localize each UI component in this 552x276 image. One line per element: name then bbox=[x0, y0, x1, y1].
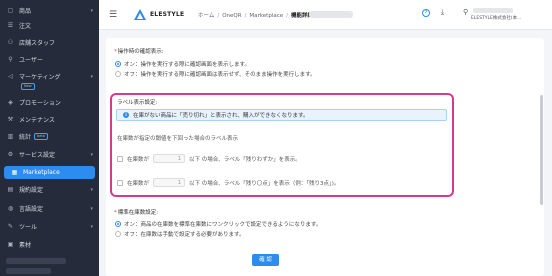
sidebar-item-maintenance[interactable]: ⚒ メンテナンス bbox=[0, 113, 99, 126]
sidebar-item-statistics[interactable]: ▥ 統計 beta bbox=[0, 130, 99, 143]
chevron-down-icon: ▾ bbox=[90, 223, 93, 230]
sidebar-item-tools[interactable]: ✎ ツール ▾ bbox=[0, 220, 99, 233]
help-icon[interactable]: ? bbox=[422, 9, 430, 17]
sidebar-item-marketing[interactable]: ◁ マーケティング ▾ bbox=[0, 70, 99, 83]
sidebar-item-promotion[interactable]: ◈ プロモーション bbox=[0, 96, 99, 109]
standard-stock-title: *標準在庫数設定: bbox=[114, 210, 159, 216]
breadcrumb-separator: / bbox=[244, 13, 247, 19]
redacted-block bbox=[6, 268, 51, 274]
breadcrumb-separator: / bbox=[217, 13, 220, 19]
operation-confirm-title: *操作時の確認表示: bbox=[114, 49, 164, 55]
chevron-down-icon: ▾ bbox=[90, 73, 93, 80]
breadcrumb-oneqr[interactable]: OneQR bbox=[222, 13, 241, 19]
sidebar-item-label: サービス設定 bbox=[19, 152, 56, 159]
sidebar-item-label: 統計 bbox=[19, 134, 32, 141]
radio-off[interactable] bbox=[115, 71, 121, 77]
sidebar-item-label: 店舗スタッフ bbox=[19, 40, 56, 47]
radio-off[interactable] bbox=[115, 231, 121, 237]
breadcrumb-home[interactable]: ホーム bbox=[198, 13, 214, 19]
image-icon: ▣ bbox=[7, 241, 14, 248]
store-icon: ▦ bbox=[11, 169, 18, 176]
standard-stock-off[interactable]: オフ：在庫数は手動で設定する必要があります。 bbox=[115, 230, 244, 238]
sidebar-item-label: 注文 bbox=[19, 23, 32, 30]
new-badge: New bbox=[21, 83, 35, 90]
operation-confirm-off[interactable]: オフ：操作を実行する際に確認画面は表示せず、そのまま操作を実行します。 bbox=[115, 70, 316, 78]
chevron-down-icon: ▾ bbox=[90, 7, 93, 14]
sidebar-item-staff[interactable]: ⚇ 店舗スタッフ bbox=[0, 36, 99, 49]
sidebar-item-label: ユーザー bbox=[19, 57, 43, 64]
chevron-down-icon: ▾ bbox=[90, 205, 93, 212]
condition-row-low-stock: 在庫数が 1 以下 の場合、ラベル「残りわずか」を表示。 bbox=[117, 154, 301, 163]
gear-icon: ⚙ bbox=[7, 151, 14, 158]
radio-on[interactable] bbox=[115, 221, 121, 227]
megaphone-icon: ◁ bbox=[8, 73, 13, 80]
beta-badge: beta bbox=[34, 133, 48, 140]
breadcrumb: ホーム / OneQR / Marketplace / 機能詳細 bbox=[198, 11, 313, 19]
user-icon[interactable]: ⚲ bbox=[463, 8, 468, 16]
users-icon: ⚇ bbox=[7, 39, 14, 46]
gift-icon: ◈ bbox=[8, 99, 13, 106]
sidebar-item-terms[interactable]: ▤ 規約設定 ▾ bbox=[0, 183, 99, 196]
checkbox[interactable] bbox=[117, 155, 123, 162]
redacted-block bbox=[6, 258, 66, 264]
sidebar-item-language[interactable]: ◍ 言語設定 ▾ bbox=[0, 202, 99, 215]
operation-confirm-on[interactable]: オン：操作を実行する際に確認画面を表示します。 bbox=[115, 60, 250, 68]
doc-icon: ▤ bbox=[7, 186, 14, 193]
sidebar-item-label: プロモーション bbox=[19, 100, 61, 107]
download-icon[interactable]: ⤓ bbox=[441, 8, 444, 17]
chevron-down-icon: ▾ bbox=[90, 151, 93, 158]
redacted-block bbox=[473, 8, 513, 13]
breadcrumb-marketplace[interactable]: Marketplace bbox=[249, 13, 283, 19]
sidebar-item-label: メンテナンス bbox=[19, 117, 55, 124]
sidebar-item-label: Marketplace bbox=[23, 169, 60, 176]
threshold-input[interactable]: 1 bbox=[153, 154, 186, 163]
sidebar-item-products[interactable]: ▢ 商品 ▾ bbox=[0, 4, 99, 17]
wrench-icon: ⚒ bbox=[7, 116, 14, 123]
sidebar-item-marketplace[interactable]: ▦ Marketplace bbox=[4, 166, 95, 179]
menu-toggle-icon[interactable]: ☰ bbox=[109, 10, 117, 20]
sidebar-item-label: 規約設定 bbox=[19, 187, 44, 194]
sidebar: ▢ 商品 ▾ ☰ 注文 ⚇ 店舗スタッフ ⚲ ユーザー ◁ マーケティング ▾ … bbox=[0, 0, 99, 276]
condition-row-remaining: 在庫数が 1 以下 の場合、ラベル「残り〇点」を表示（例：「残り3点」)。 bbox=[117, 178, 339, 187]
elestyle-logo bbox=[134, 9, 146, 20]
scrollbar[interactable] bbox=[540, 95, 543, 205]
checkbox[interactable] bbox=[117, 179, 123, 186]
standard-stock-on[interactable]: オン：商品の在庫数を標準在庫数にワンクリックで設定できるようになります。 bbox=[115, 220, 321, 228]
sidebar-item-label: 素材 bbox=[19, 242, 32, 249]
sidebar-item-users[interactable]: ⚲ ユーザー bbox=[0, 53, 99, 66]
breadcrumb-separator: / bbox=[286, 13, 288, 19]
info-icon: i bbox=[123, 112, 129, 118]
top-header: ☰ ELESTYLE ホーム / OneQR / Marketplace / 機能詳細 ? … bbox=[99, 0, 552, 30]
info-alert: i 在庫がない商品に「売り切れ」と表示され、購入ができなくなります。 bbox=[116, 109, 447, 121]
tool-icon: ✎ bbox=[7, 223, 14, 230]
company-name: ELESTYLE株式会社(本... bbox=[471, 16, 522, 21]
chevron-down-icon: ▾ bbox=[90, 186, 93, 193]
globe-icon: ◍ bbox=[7, 205, 14, 212]
radio-on[interactable] bbox=[115, 61, 121, 67]
list-icon: ☰ bbox=[7, 22, 14, 29]
required-mark: * bbox=[114, 49, 117, 55]
sidebar-item-service-settings[interactable]: ⚙ サービス設定 ▾ bbox=[0, 148, 99, 161]
sidebar-item-orders[interactable]: ☰ 注文 bbox=[0, 19, 99, 32]
chart-icon: ▥ bbox=[7, 133, 14, 140]
sidebar-item-label: 商品 bbox=[19, 8, 32, 15]
label-display-title: ラベル表示設定: bbox=[117, 100, 158, 106]
sidebar-item-label: マーケティング bbox=[19, 74, 61, 81]
label-display-desc: 在庫数が指定の閾値を下回った場合のラベル表示 bbox=[117, 136, 239, 142]
box-icon: ▢ bbox=[7, 7, 14, 14]
sidebar-item-label: 言語設定 bbox=[19, 206, 44, 213]
confirm-button[interactable]: 確 認 bbox=[252, 254, 279, 266]
redacted-block bbox=[309, 11, 353, 18]
required-mark: * bbox=[114, 210, 117, 216]
sidebar-item-materials[interactable]: ▣ 素材 bbox=[0, 238, 99, 251]
threshold-input[interactable]: 1 bbox=[153, 178, 186, 187]
sidebar-item-label: ツール bbox=[19, 224, 38, 231]
brand-name: ELESTYLE bbox=[150, 11, 185, 18]
info-text: 在庫がない商品に「売り切れ」と表示され、購入ができなくなります。 bbox=[133, 113, 309, 119]
user-icon: ⚲ bbox=[8, 56, 13, 63]
